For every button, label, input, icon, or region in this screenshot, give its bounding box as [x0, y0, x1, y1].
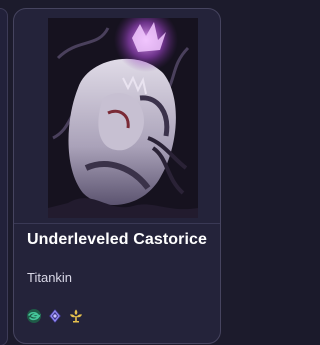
enemy-type: Titankin	[27, 270, 73, 285]
page: Underleveled Castorice Titankin	[0, 0, 250, 345]
enemy-card[interactable]: Underleveled Castorice Titankin	[13, 8, 221, 344]
wind-element-icon	[27, 309, 41, 323]
trait-icons	[26, 308, 84, 324]
enemy-name: Underleveled Castorice	[27, 231, 208, 248]
enemy-portrait	[48, 18, 198, 218]
harmony-path-icon	[70, 309, 82, 323]
adjacent-card[interactable]	[0, 8, 8, 345]
enemy-portrait-art	[48, 18, 198, 218]
quantum-path-icon	[49, 309, 61, 323]
card-divider	[14, 223, 220, 224]
